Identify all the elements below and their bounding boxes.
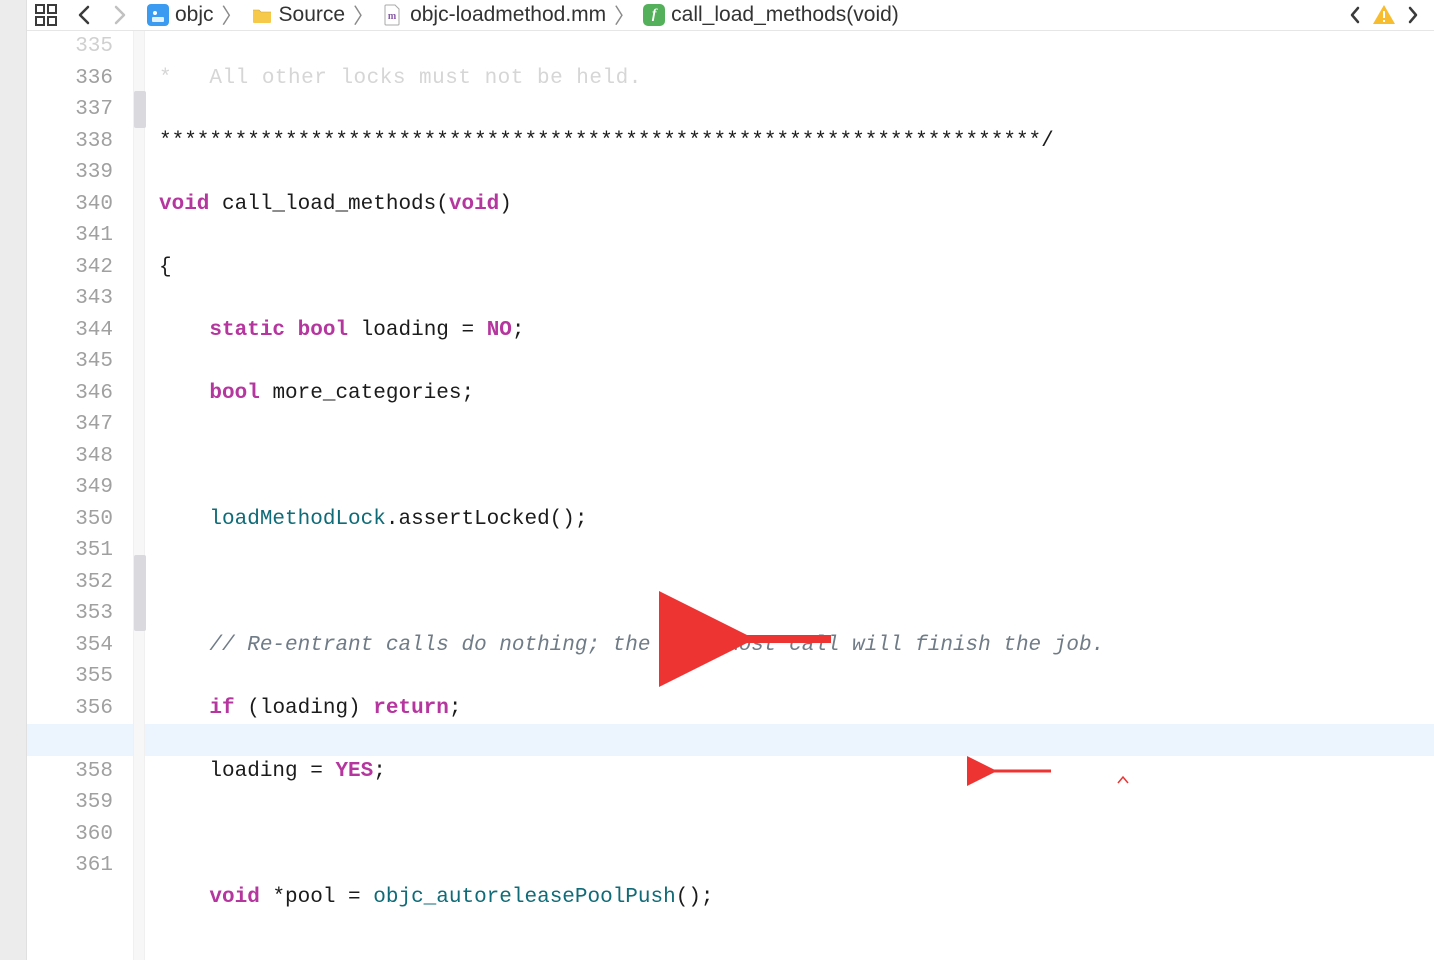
breadcrumb-bar: objc 〉 Source 〉 m objc-loadmethod.mm 〉 f… — [27, 0, 1434, 31]
code-area[interactable]: * All other locks must not be held. ****… — [145, 31, 1434, 960]
file-icon: m — [382, 4, 404, 26]
line-number: 349 — [27, 472, 113, 504]
related-items-icon[interactable] — [33, 2, 59, 28]
line-number: 354 — [27, 630, 113, 662]
next-issue-icon[interactable] — [1402, 4, 1424, 26]
line-number: 355 — [27, 661, 113, 693]
line-number: 340 — [27, 189, 113, 221]
line-number: 358 — [27, 756, 113, 788]
breadcrumb-sep: 〉 — [612, 0, 637, 30]
line-number: 348 — [27, 441, 113, 473]
line-number-current: 357 — [27, 724, 113, 756]
line-number: 343 — [27, 283, 113, 315]
line-number: 337 — [27, 94, 113, 126]
line-number: 341 — [27, 220, 113, 252]
line-number: 335 — [27, 31, 113, 63]
line-number: 360 — [27, 819, 113, 851]
left-rail — [0, 0, 27, 960]
line-number: 353 — [27, 598, 113, 630]
line-number: 350 — [27, 504, 113, 536]
line-number: 352 — [27, 567, 113, 599]
warning-icon[interactable] — [1372, 4, 1396, 26]
nav-back-icon[interactable] — [73, 4, 95, 26]
svg-text:m: m — [388, 11, 397, 22]
line-number: 359 — [27, 787, 113, 819]
fold-ribbon[interactable] — [133, 31, 145, 960]
prev-issue-icon[interactable] — [1344, 4, 1366, 26]
line-number: 336 — [27, 63, 113, 95]
line-number: 346 — [27, 378, 113, 410]
breadcrumb-project[interactable]: objc — [175, 3, 214, 27]
line-number: 356 — [27, 693, 113, 725]
breadcrumb-folder[interactable]: Source — [279, 3, 346, 27]
folder-icon — [251, 4, 273, 26]
nav-forward-icon — [109, 4, 131, 26]
code-text: ****************************************… — [159, 130, 1054, 153]
function-icon: f — [643, 4, 665, 26]
breadcrumb-symbol[interactable]: call_load_methods(void) — [671, 3, 899, 27]
line-number: 361 — [27, 850, 113, 882]
breadcrumb-sep: 〉 — [220, 0, 245, 30]
line-number: 339 — [27, 157, 113, 189]
line-number: 338 — [27, 126, 113, 158]
line-number: 342 — [27, 252, 113, 284]
line-number: 347 — [27, 409, 113, 441]
line-number: 344 — [27, 315, 113, 347]
code-editor[interactable]: 335 336 337 338 339 340 341 342 343 344 … — [27, 31, 1434, 960]
breadcrumb-file[interactable]: objc-loadmethod.mm — [410, 3, 606, 27]
line-number: 351 — [27, 535, 113, 567]
line-gutter: 335 336 337 338 339 340 341 342 343 344 … — [27, 31, 133, 960]
line-number: 345 — [27, 346, 113, 378]
project-icon — [147, 4, 169, 26]
breadcrumb-sep: 〉 — [351, 0, 376, 30]
